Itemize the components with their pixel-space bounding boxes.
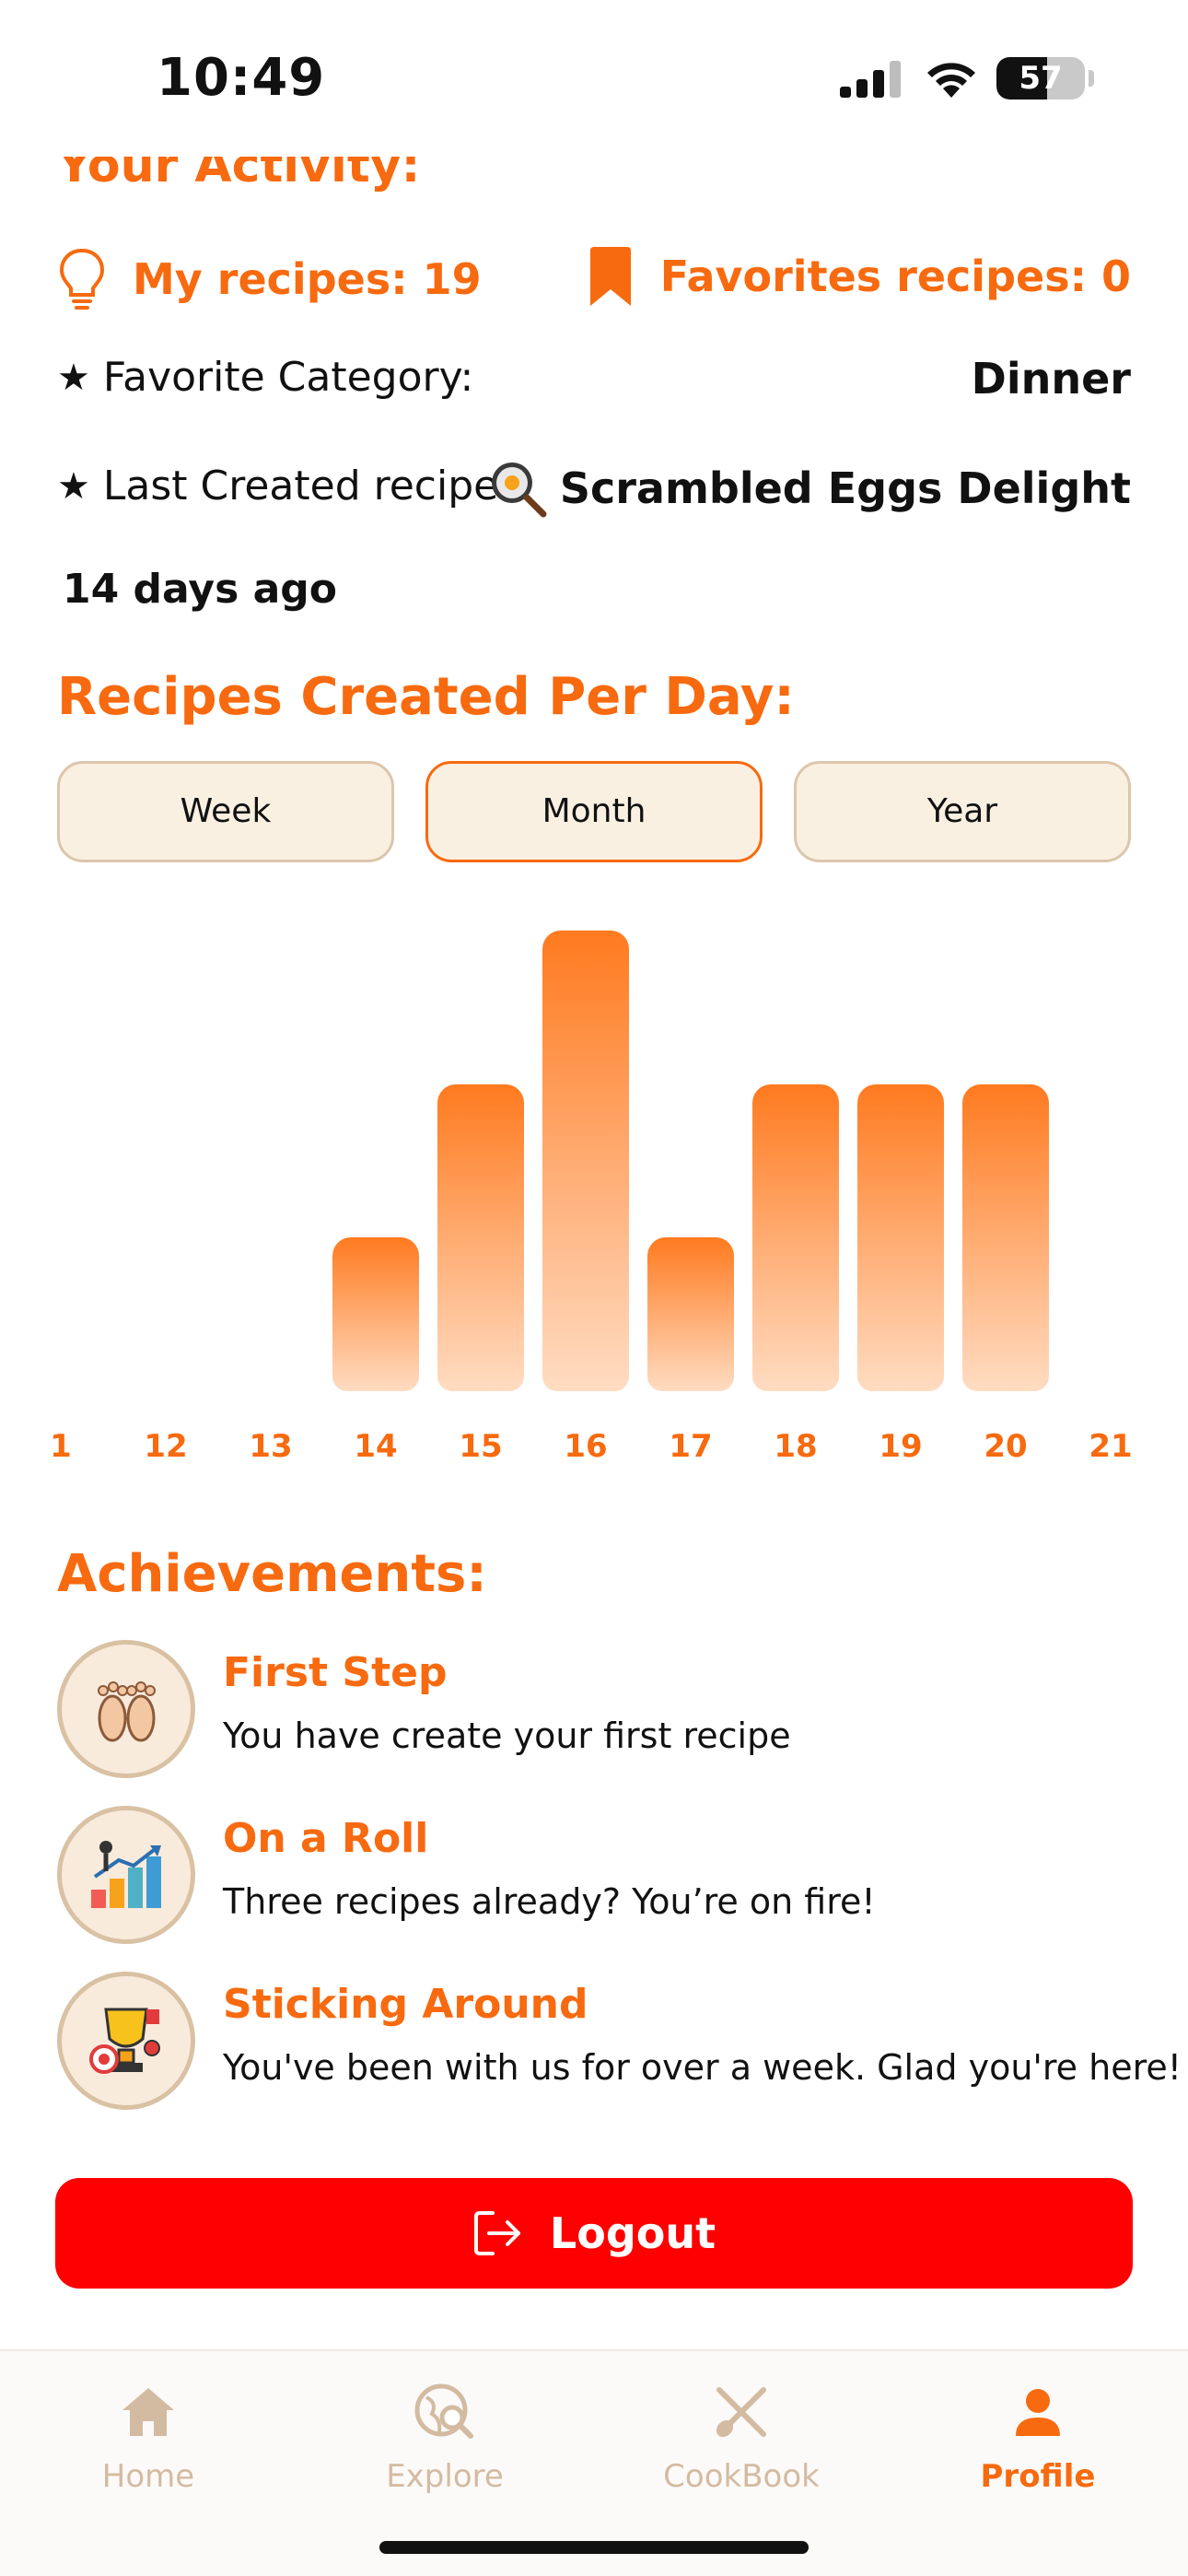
- trophy-icon: [89, 2008, 160, 2074]
- tab-month[interactable]: Month: [425, 761, 763, 862]
- home-icon: [122, 2388, 174, 2436]
- last-created-row: ★ Last Created recipe: Scrambled Eggs De…: [57, 459, 1131, 520]
- tab-label: Profile: [980, 2458, 1096, 2495]
- footprints-icon: [98, 1681, 156, 1742]
- favorites-recipes-count[interactable]: Favorites recipes: 0: [660, 252, 1131, 301]
- chart-title: Recipes Created Per Day:: [57, 667, 795, 727]
- chart-x-label: 17: [669, 1428, 713, 1465]
- star-icon: ★: [57, 356, 90, 399]
- last-created-label: Last Created recipe:: [102, 463, 513, 509]
- achievement-on-a-roll: On a Roll Three recipes already? You’re …: [57, 1806, 1131, 1944]
- cookbook-icon: [716, 2387, 766, 2438]
- achievement-first-step: First Step You have create your first re…: [57, 1640, 1131, 1778]
- wifi-icon: [927, 63, 975, 98]
- status-time: 10:49: [157, 48, 326, 108]
- chart-x-label: 19: [879, 1428, 923, 1465]
- logout-label: Logout: [549, 2208, 716, 2258]
- profile-icon: [1016, 2389, 1060, 2436]
- chart-bar: [647, 1237, 734, 1391]
- achievement-desc: Three recipes already? You’re on fire!: [223, 1881, 876, 1922]
- achievement-title: On a Roll: [223, 1815, 429, 1862]
- tab-label: Home: [101, 2458, 195, 2495]
- achievement-title: First Step: [223, 1649, 448, 1696]
- tab-label: CookBook: [663, 2458, 820, 2495]
- chart-x-label: 16: [564, 1428, 608, 1465]
- chart-x-label: 12: [144, 1428, 188, 1465]
- recipes-per-day-chart: 1 12 13 14 15 16 17 18 19 20 21: [0, 912, 1188, 1483]
- tab-profile[interactable]: Profile: [890, 2379, 1186, 2495]
- chart-bar: [332, 1237, 419, 1391]
- achievement-desc: You have create your first recipe: [223, 1715, 791, 1756]
- chart-x-label: 20: [984, 1428, 1028, 1465]
- battery-level: 57: [1019, 60, 1063, 97]
- chart-bar: [962, 1083, 1049, 1391]
- battery-icon: 57: [996, 57, 1085, 100]
- star-icon: ★: [57, 464, 90, 508]
- frying-pan-icon: [491, 463, 547, 518]
- signal-icon: [840, 61, 901, 98]
- period-tabs: Week Month Year: [57, 761, 1131, 862]
- achievement-icon: [57, 1972, 195, 2110]
- chart-bar: [542, 931, 629, 1391]
- favorite-category-label: Favorite Category:: [102, 354, 474, 401]
- achievement-title: Sticking Around: [223, 1981, 588, 2028]
- tab-year[interactable]: Year: [794, 761, 1131, 862]
- my-recipes-count[interactable]: My recipes: 19: [133, 254, 482, 304]
- bookmark-icon: [589, 247, 631, 306]
- chart-bar: [752, 1083, 839, 1391]
- stats-row: My recipes: 19 Favorites recipes: 0: [57, 247, 1131, 311]
- tab-cookbook[interactable]: CookBook: [593, 2379, 890, 2495]
- chart-x-label: 1: [50, 1428, 72, 1465]
- achievements-title: Achievements:: [57, 1544, 487, 1604]
- lightbulb-icon: [59, 248, 105, 310]
- last-created-value[interactable]: Scrambled Eggs Delight: [560, 463, 1131, 513]
- chart-x-label: 15: [459, 1428, 503, 1465]
- chart-x-label: 21: [1089, 1428, 1133, 1465]
- explore-icon: [414, 2383, 473, 2439]
- status-bar: 10:49 57: [0, 0, 1188, 157]
- battery-cap: [1089, 70, 1094, 87]
- achievement-desc: You've been with us for over a week. Gla…: [223, 2047, 1182, 2088]
- logout-icon: [473, 2211, 520, 2255]
- last-created-ago: 14 days ago: [63, 566, 337, 613]
- chart-x-label: 14: [354, 1428, 398, 1465]
- home-indicator: [379, 2541, 809, 2554]
- achievement-icon: [57, 1806, 195, 1944]
- tab-label: Explore: [386, 2458, 504, 2495]
- achievement-icon: [57, 1640, 195, 1778]
- growth-chart-icon: [91, 1841, 161, 1908]
- favorite-category-value: Dinner: [971, 354, 1131, 404]
- logout-button[interactable]: Logout: [55, 2178, 1133, 2289]
- tab-home[interactable]: Home: [0, 2379, 297, 2495]
- chart-bar: [857, 1083, 944, 1391]
- achievement-sticking-around: Sticking Around You've been with us for …: [57, 1972, 1182, 2110]
- favorite-category-row: ★ Favorite Category: Dinner: [57, 354, 1131, 409]
- tab-explore[interactable]: Explore: [297, 2379, 593, 2495]
- chart-bar: [437, 1083, 524, 1391]
- chart-x-label: 18: [774, 1428, 818, 1465]
- chart-x-label: 13: [249, 1428, 293, 1465]
- tab-week[interactable]: Week: [57, 761, 394, 862]
